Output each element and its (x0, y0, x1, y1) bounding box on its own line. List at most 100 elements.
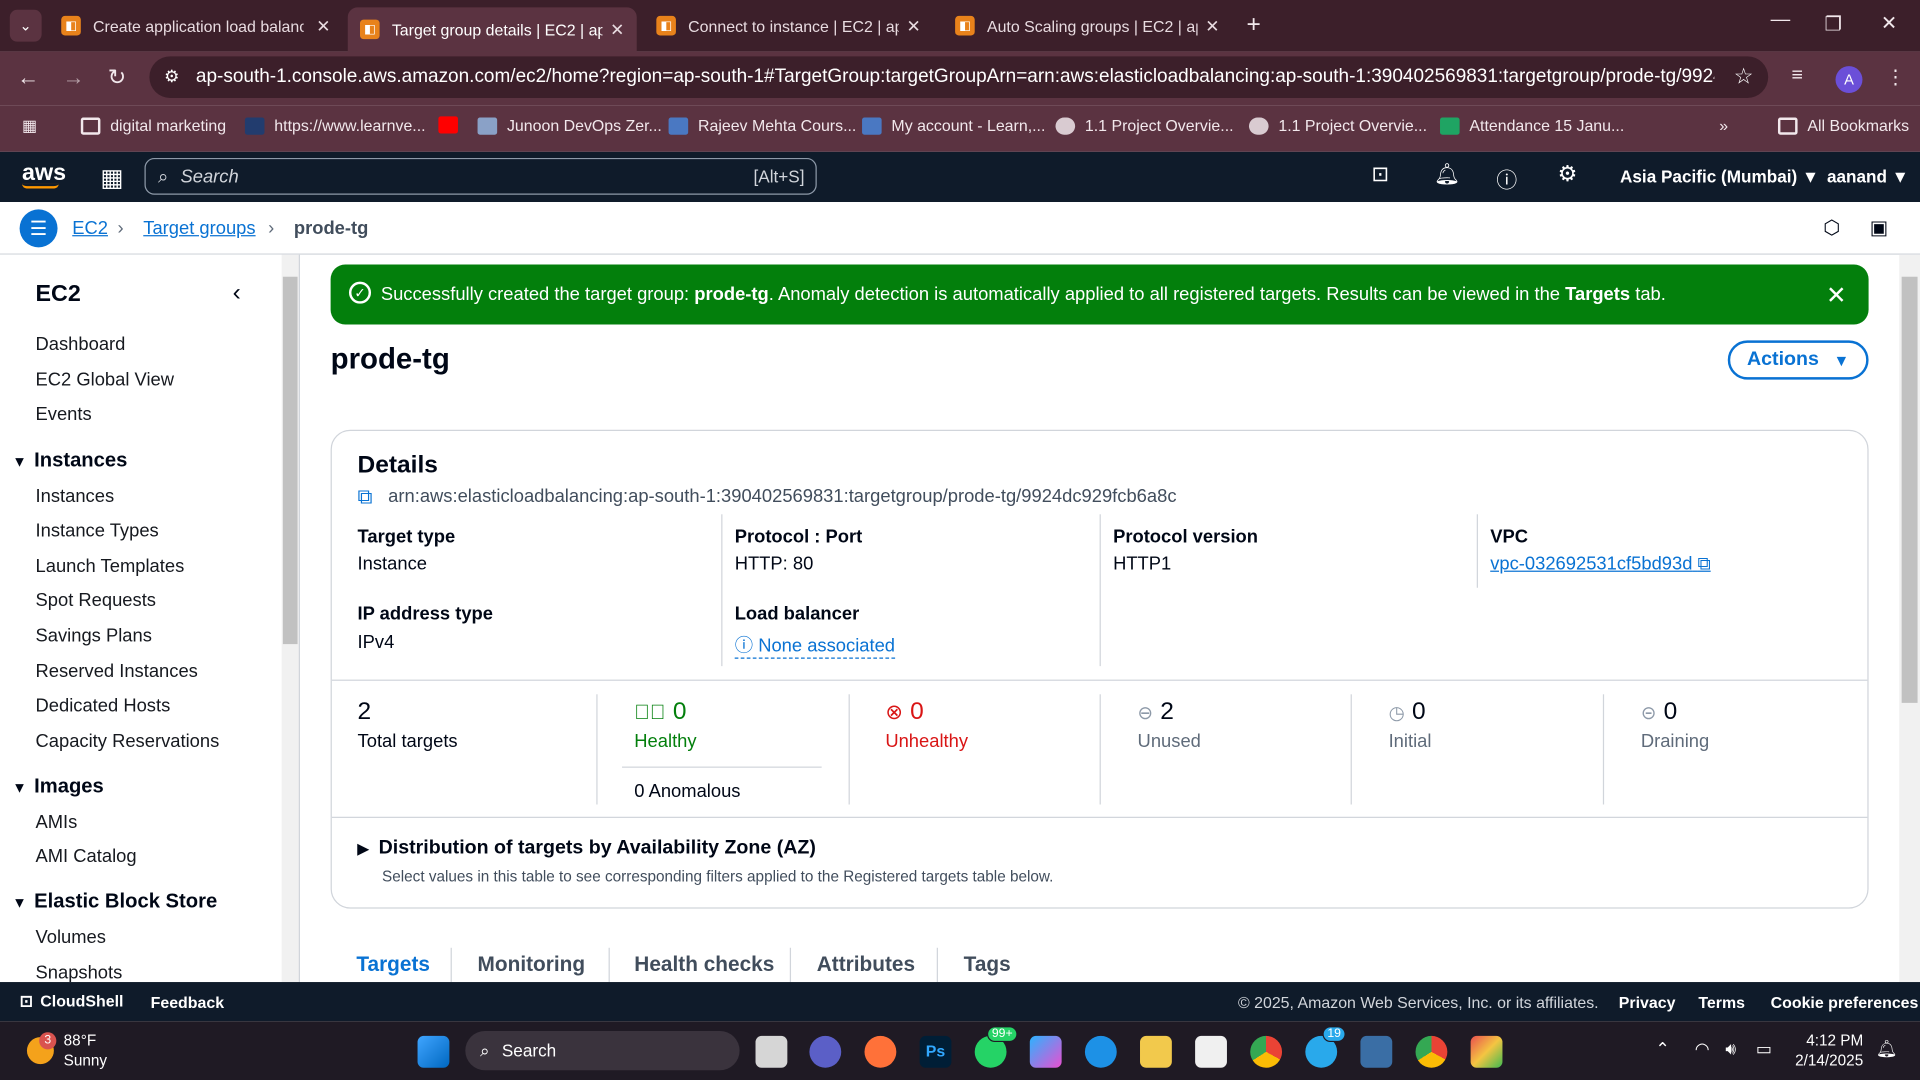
media-control-icon[interactable]: ≡ (1791, 65, 1802, 87)
bookmark-item[interactable]: Junoon DevOps Zer... (477, 116, 662, 135)
all-bookmarks[interactable]: All Bookmarks (1777, 116, 1909, 135)
terms-link[interactable]: Terms (1698, 993, 1745, 1011)
sidebar-item-spot-requests[interactable]: Spot Requests (36, 590, 156, 611)
taskbar-search[interactable]: ⌕ Search (465, 1031, 740, 1071)
wifi-icon[interactable]: ◠ (1695, 1038, 1710, 1059)
aws-search-input[interactable]: ⌕ Search [Alt+S] (144, 157, 817, 195)
cookie-preferences-link[interactable]: Cookie preferences (1771, 993, 1919, 1011)
initial-count[interactable]: ◷ 0 (1389, 698, 1426, 726)
vpc-link[interactable]: vpc-032692531cf5bd93d ⧉ (1490, 553, 1710, 574)
unhealthy-count[interactable]: ⊗ 0 (885, 698, 923, 726)
notification-bell-icon[interactable]: 🔔︎ (1876, 1038, 1898, 1059)
collapse-sidebar-icon[interactable]: ‹ (233, 279, 241, 307)
bookmark-item[interactable]: 1.1 Project Overvie... (1055, 116, 1234, 135)
settings-icon[interactable]: ⚙ (1558, 162, 1578, 188)
bookmark-item[interactable]: 1.1 Project Overvie... (1248, 116, 1427, 135)
bookmark-item[interactable]: Attendance 15 Janu... (1440, 116, 1624, 135)
notifications-panel-icon[interactable]: ⬡ (1823, 216, 1840, 240)
copilot-icon[interactable] (1029, 1035, 1062, 1068)
volume-icon[interactable]: 🔊︎ (1725, 1038, 1736, 1059)
browser-tab[interactable]: ◧ Auto Scaling groups | EC2 | ap-s ✕ (943, 7, 1232, 44)
chrome-profile-icon[interactable] (1415, 1035, 1448, 1068)
scrollbar-thumb[interactable] (282, 276, 298, 645)
sidebar-item-instances[interactable]: Instances (36, 486, 115, 507)
weather-widget[interactable]: 3 88°F Sunny (26, 1031, 107, 1070)
profile-avatar[interactable]: A (1835, 66, 1863, 94)
bookmark-item[interactable]: digital marketing (80, 116, 226, 135)
store-icon[interactable] (1195, 1035, 1227, 1068)
nav-menu-button[interactable]: ☰ (19, 209, 58, 248)
task-view-icon[interactable] (755, 1035, 788, 1068)
docker-icon[interactable] (1084, 1035, 1117, 1068)
breadcrumb-ec2[interactable]: EC2 (72, 218, 108, 239)
sidebar-item-savings-plans[interactable]: Savings Plans (36, 626, 152, 647)
sidebar-item-launch-templates[interactable]: Launch Templates (36, 556, 185, 577)
bookmark-item[interactable]: Rajeev Mehta Cours... (668, 116, 856, 135)
privacy-link[interactable]: Privacy (1619, 993, 1676, 1011)
tab-targets[interactable]: Targets (356, 953, 430, 977)
tab-monitoring[interactable]: Monitoring (478, 953, 586, 977)
help-icon[interactable]: ⓘ (1496, 163, 1517, 194)
close-icon[interactable]: ✕ (1205, 15, 1219, 36)
notifications-icon[interactable]: 🔔︎ (1434, 163, 1460, 187)
actions-button[interactable]: Actions ▼ (1727, 340, 1869, 380)
more-bookmarks-icon[interactable]: » (1719, 116, 1728, 134)
sidebar-item-global-view[interactable]: EC2 Global View (36, 370, 175, 391)
sidebar-item-ami-catalog[interactable]: AMI Catalog (36, 846, 137, 867)
close-icon[interactable]: ✕ (610, 19, 624, 40)
dismiss-close-icon[interactable]: ✕ (1826, 280, 1847, 311)
sidebar-item-dedicated-hosts[interactable]: Dedicated Hosts (36, 696, 171, 717)
services-grid-icon[interactable]: ▦ (100, 163, 123, 194)
sidebar-item-amis[interactable]: AMIs (36, 812, 78, 833)
chrome-icon[interactable] (1250, 1035, 1283, 1068)
main-scrollbar[interactable] (1899, 254, 1920, 983)
cloudshell-icon[interactable]: ⊡ (1371, 163, 1388, 187)
sidebar-item-instance-types[interactable]: Instance Types (36, 520, 159, 541)
minimize-button[interactable]: — (1771, 10, 1791, 32)
close-icon[interactable]: ✕ (316, 15, 330, 36)
chrome-menu-icon[interactable]: ⋮ (1886, 65, 1906, 89)
aws-logo[interactable]: aws (22, 160, 66, 189)
browser-tab[interactable]: ◧ Connect to instance | EC2 | ap-s ✕ (644, 7, 933, 44)
teams-meet-icon[interactable] (809, 1035, 842, 1068)
draining-count[interactable]: ⊝ 0 (1641, 698, 1677, 726)
copy-icon[interactable]: ⧉ (358, 485, 373, 509)
scrollbar-thumb[interactable] (1901, 276, 1918, 703)
sidebar-item-snapshots[interactable]: Snapshots (36, 962, 123, 982)
reload-button[interactable]: ↻ (108, 65, 126, 91)
photoshop-icon[interactable]: Ps (919, 1035, 952, 1068)
bookmark-item[interactable] (438, 116, 467, 134)
file-explorer-icon[interactable] (1140, 1035, 1172, 1068)
battery-icon[interactable]: ▭ (1756, 1038, 1772, 1059)
sidebar-item-capacity-reservations[interactable]: Capacity Reservations (36, 731, 220, 752)
tools-panel-icon[interactable]: ▣ (1870, 216, 1889, 240)
telegram-icon[interactable]: 19 (1305, 1026, 1346, 1068)
tab-tags[interactable]: Tags (964, 953, 1011, 977)
apps-grid-icon[interactable]: ▦ (22, 116, 37, 136)
whatsapp-icon[interactable]: 99+ (974, 1026, 1018, 1068)
sidebar-item-events[interactable]: Events (36, 404, 92, 425)
sidebar-item-volumes[interactable]: Volumes (36, 927, 106, 948)
new-tab-button[interactable]: + (1247, 11, 1261, 39)
bookmark-item[interactable]: https://www.learnve... (244, 116, 426, 135)
clock[interactable]: 4:12 PM 2/14/2025 (1795, 1031, 1863, 1070)
system-tray-chevron-icon[interactable]: ⌃ (1656, 1038, 1670, 1059)
address-bar[interactable]: ⚙ ap-south-1.console.aws.amazon.com/ec2/… (149, 56, 1769, 98)
account-menu[interactable]: aanand ▼ (1827, 167, 1909, 187)
back-button[interactable]: ← (17, 65, 39, 91)
terminal-icon[interactable] (1360, 1035, 1393, 1068)
feedback-link[interactable]: Feedback (151, 993, 224, 1011)
git-icon[interactable] (1470, 1035, 1503, 1068)
start-button[interactable] (417, 1035, 450, 1068)
tab-attributes[interactable]: Attributes (817, 953, 915, 977)
bookmark-item[interactable]: My account - Learn,... (862, 116, 1045, 135)
site-info-icon[interactable]: ⚙ (164, 66, 179, 87)
sidebar-section-images[interactable]: ▼ Images (12, 775, 104, 798)
forward-button[interactable]: → (62, 65, 84, 91)
cloudshell-button[interactable]: ⊡ CloudShell (20, 992, 124, 1012)
tab-search-button[interactable]: ⌄ (9, 9, 42, 42)
browser-tab-active[interactable]: ◧ Target group details | EC2 | ap-s ✕ (347, 7, 637, 52)
tab-health-checks[interactable]: Health checks (634, 953, 774, 977)
sidebar-item-reserved-instances[interactable]: Reserved Instances (36, 661, 198, 682)
close-icon[interactable]: ✕ (906, 15, 920, 36)
